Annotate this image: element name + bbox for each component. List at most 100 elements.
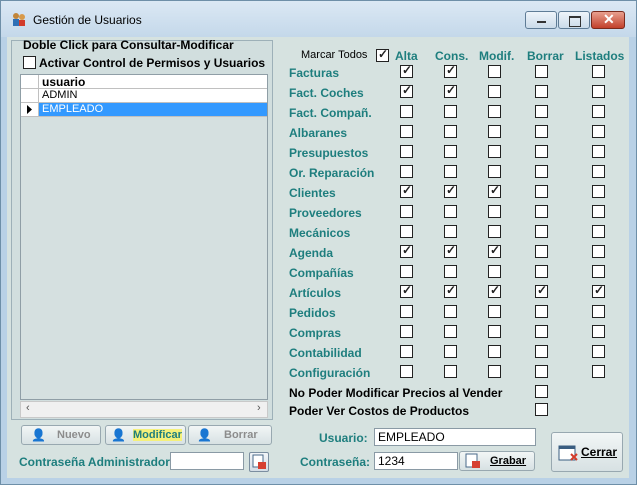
permission-checkbox-listados[interactable] xyxy=(592,185,605,198)
permission-checkbox-cons[interactable] xyxy=(444,125,457,138)
user-cell[interactable]: ADMIN xyxy=(42,89,77,101)
permission-checkbox-cons[interactable] xyxy=(444,83,457,98)
permission-checkbox-listados[interactable] xyxy=(592,305,605,318)
permission-checkbox-listados[interactable] xyxy=(592,205,605,218)
permission-checkbox-modif[interactable] xyxy=(488,105,501,118)
no-modificar-precios-checkbox[interactable] xyxy=(535,385,548,398)
permission-checkbox-modif[interactable] xyxy=(488,65,501,78)
permission-checkbox-borrar[interactable] xyxy=(535,225,548,238)
permission-checkbox-alta[interactable] xyxy=(400,205,413,218)
permission-checkbox-alta[interactable] xyxy=(400,125,413,138)
scroll-left-icon[interactable]: ‹ xyxy=(26,402,30,414)
permission-checkbox-listados[interactable] xyxy=(592,365,605,378)
permission-checkbox-alta[interactable] xyxy=(400,283,413,298)
permission-checkbox-listados[interactable] xyxy=(592,105,605,118)
permission-checkbox-alta[interactable] xyxy=(400,365,413,378)
permission-checkbox-borrar[interactable] xyxy=(535,205,548,218)
permission-checkbox-alta[interactable] xyxy=(400,305,413,318)
permission-checkbox-borrar[interactable] xyxy=(535,283,548,298)
permission-checkbox-modif[interactable] xyxy=(488,305,501,318)
user-cell[interactable]: EMPLEADO xyxy=(42,103,103,115)
permission-checkbox-alta[interactable] xyxy=(400,225,413,238)
admin-password-input[interactable] xyxy=(170,452,244,470)
permission-checkbox-borrar[interactable] xyxy=(535,125,548,138)
permission-checkbox-listados[interactable] xyxy=(592,125,605,138)
permission-checkbox-borrar[interactable] xyxy=(535,85,548,98)
table-row[interactable]: ADMIN xyxy=(21,89,267,103)
permission-checkbox-cons[interactable] xyxy=(444,183,457,198)
permission-checkbox-cons[interactable] xyxy=(444,265,457,278)
permission-checkbox-cons[interactable] xyxy=(444,243,457,258)
permission-checkbox-cons[interactable] xyxy=(444,63,457,78)
permission-checkbox-modif[interactable] xyxy=(488,183,501,198)
permission-checkbox-cons[interactable] xyxy=(444,145,457,158)
horizontal-scrollbar[interactable]: ‹ › xyxy=(20,401,268,418)
permission-checkbox-listados[interactable] xyxy=(592,345,605,358)
close-button[interactable]: ✕ xyxy=(591,11,625,29)
permission-checkbox-alta[interactable] xyxy=(400,345,413,358)
marcar-todos-checkbox[interactable] xyxy=(376,47,389,62)
permission-checkbox-cons[interactable] xyxy=(444,365,457,378)
activate-control-checkbox[interactable] xyxy=(23,56,36,69)
permission-checkbox-alta[interactable] xyxy=(400,325,413,338)
permission-checkbox-borrar[interactable] xyxy=(535,305,548,318)
permission-checkbox-listados[interactable] xyxy=(592,225,605,238)
permission-checkbox-modif[interactable] xyxy=(488,345,501,358)
permission-checkbox-alta[interactable] xyxy=(400,243,413,258)
permission-checkbox-borrar[interactable] xyxy=(535,325,548,338)
permission-checkbox-listados[interactable] xyxy=(592,245,605,258)
permission-checkbox-modif[interactable] xyxy=(488,125,501,138)
permission-checkbox-borrar[interactable] xyxy=(535,245,548,258)
minimize-button[interactable] xyxy=(525,11,557,29)
permission-checkbox-listados[interactable] xyxy=(592,325,605,338)
cerrar-button[interactable]: Cerrar xyxy=(551,432,623,472)
permission-checkbox-alta[interactable] xyxy=(400,165,413,178)
permission-checkbox-listados[interactable] xyxy=(592,145,605,158)
admin-password-button[interactable] xyxy=(249,452,269,472)
permission-checkbox-cons[interactable] xyxy=(444,105,457,118)
permission-checkbox-cons[interactable] xyxy=(444,205,457,218)
permission-checkbox-modif[interactable] xyxy=(488,85,501,98)
permission-checkbox-listados[interactable] xyxy=(592,283,605,298)
permission-checkbox-alta[interactable] xyxy=(400,83,413,98)
permission-checkbox-modif[interactable] xyxy=(488,165,501,178)
borrar-button[interactable]: 👤 Borrar xyxy=(188,425,272,445)
modificar-button[interactable]: 👤 Modificar xyxy=(105,425,186,445)
maximize-button[interactable] xyxy=(558,11,590,29)
permission-checkbox-alta[interactable] xyxy=(400,145,413,158)
permission-checkbox-listados[interactable] xyxy=(592,65,605,78)
permission-checkbox-cons[interactable] xyxy=(444,325,457,338)
permission-checkbox-borrar[interactable] xyxy=(535,345,548,358)
permission-checkbox-cons[interactable] xyxy=(444,225,457,238)
permission-checkbox-cons[interactable] xyxy=(444,305,457,318)
permission-checkbox-alta[interactable] xyxy=(400,105,413,118)
permission-checkbox-alta[interactable] xyxy=(400,183,413,198)
permission-checkbox-modif[interactable] xyxy=(488,365,501,378)
password-input[interactable]: 1234 xyxy=(374,452,458,470)
permission-checkbox-listados[interactable] xyxy=(592,265,605,278)
permission-checkbox-alta[interactable] xyxy=(400,63,413,78)
permission-checkbox-borrar[interactable] xyxy=(535,65,548,78)
permission-checkbox-modif[interactable] xyxy=(488,243,501,258)
table-row-selected[interactable]: EMPLEADO xyxy=(21,103,267,117)
permission-checkbox-modif[interactable] xyxy=(488,205,501,218)
permission-checkbox-cons[interactable] xyxy=(444,165,457,178)
ver-costos-checkbox[interactable] xyxy=(535,403,548,416)
permission-checkbox-cons[interactable] xyxy=(444,283,457,298)
permission-checkbox-modif[interactable] xyxy=(488,325,501,338)
grabar-button[interactable]: Grabar xyxy=(459,451,535,471)
usuario-input[interactable]: EMPLEADO xyxy=(374,428,536,446)
scroll-right-icon[interactable]: › xyxy=(257,402,261,414)
permission-checkbox-alta[interactable] xyxy=(400,265,413,278)
permission-checkbox-modif[interactable] xyxy=(488,265,501,278)
permission-checkbox-listados[interactable] xyxy=(592,85,605,98)
permission-checkbox-modif[interactable] xyxy=(488,225,501,238)
permission-checkbox-borrar[interactable] xyxy=(535,365,548,378)
permission-checkbox-borrar[interactable] xyxy=(535,105,548,118)
permission-checkbox-modif[interactable] xyxy=(488,283,501,298)
permission-checkbox-borrar[interactable] xyxy=(535,145,548,158)
title-bar[interactable]: Gestión de Usuarios ✕ xyxy=(1,1,636,37)
grid-header-usuario[interactable]: usuario xyxy=(42,75,85,89)
permission-checkbox-listados[interactable] xyxy=(592,165,605,178)
permission-checkbox-borrar[interactable] xyxy=(535,165,548,178)
